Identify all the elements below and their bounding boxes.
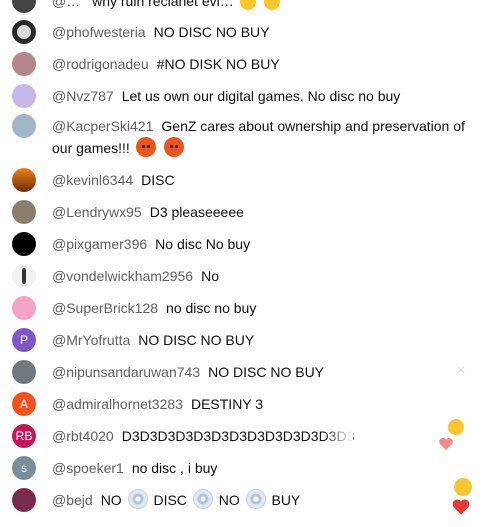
avatar-letter: s <box>21 461 27 475</box>
message-author[interactable]: @Lendrywx95 <box>52 204 142 220</box>
avatar[interactable] <box>12 0 36 13</box>
message-text: No <box>201 268 219 284</box>
message-author[interactable]: @nipunsandaruwan743 <box>52 364 200 380</box>
avatar-letter: P <box>19 333 28 347</box>
message-text: NO DISC NO BUY <box>208 364 325 380</box>
message-author[interactable]: @rodrigonadeu <box>52 56 149 72</box>
avatar[interactable] <box>12 114 36 138</box>
chat-message: @bejd NO DISC NO BUY <box>12 488 472 512</box>
chat-message: P @MrYofrutta NO DISC NO BUY <box>12 328 472 352</box>
chat-message: A @admiralhornet3283 DESTINY 3 <box>12 392 472 416</box>
message-author[interactable]: @phofwesteria <box>52 24 146 40</box>
message-text-part: DISC <box>153 492 187 508</box>
disc-emoji-icon <box>192 489 213 509</box>
message-text: no disc , i buy <box>131 460 218 476</box>
avatar-letter: RB <box>15 429 33 443</box>
message-text-part: NO <box>218 492 240 508</box>
message-author[interactable]: @admiralhornet3283 <box>52 396 183 412</box>
avatar[interactable] <box>12 360 36 384</box>
message-text: No disc No buy <box>155 236 251 252</box>
avatar[interactable] <box>12 232 36 256</box>
avatar[interactable] <box>12 488 36 512</box>
message-author[interactable]: @SuperBrick128 <box>52 300 158 316</box>
chat-message: @Lendrywx95 D3 pleaseeeee <box>12 200 472 224</box>
avatar[interactable] <box>12 296 36 320</box>
message-author[interactable]: @rbt4020 <box>52 428 114 444</box>
message-author[interactable]: @pixgamer396 <box>52 236 147 252</box>
avatar[interactable] <box>12 168 36 192</box>
chat-message: @phofwesteria NO DISC NO BUY <box>12 20 472 44</box>
chat-message: RB @rbt4020 D3D3D3D3D3D3D3D3D3D3D3D3D3 <box>12 424 472 448</box>
emoji-icon <box>263 0 280 10</box>
message-author[interactable]: @kevinl6344 <box>52 172 133 188</box>
message-author[interactable]: @… <box>52 0 80 9</box>
message-author[interactable]: @bejd <box>52 492 93 508</box>
avatar[interactable] <box>12 20 36 44</box>
smile-emoji-icon <box>454 478 472 496</box>
heart-emoji-icon <box>439 438 453 450</box>
message-author[interactable]: @MrYofrutta <box>52 332 130 348</box>
avatar[interactable] <box>12 200 36 224</box>
chat-message: @Nvz787 Let us own our digital games. No … <box>12 84 472 108</box>
avatar[interactable]: P <box>12 328 36 352</box>
message-text-part: NO <box>100 492 122 508</box>
chat-message: @nipunsandaruwan743 NO DISC NO BUY <box>12 360 472 384</box>
disc-emoji-icon <box>245 489 266 509</box>
chat-message: @pixgamer396 No disc No buy <box>12 232 472 256</box>
chat-message: @KacperSki421 GenZ cares about ownership … <box>12 114 472 159</box>
chat-message: @SuperBrick128 no disc no buy <box>12 296 472 320</box>
avatar[interactable] <box>12 264 36 288</box>
close-icon[interactable]: ✕ <box>456 363 466 377</box>
message-author[interactable]: @vondelwickham2956 <box>52 268 193 284</box>
heart-emoji-icon <box>452 499 470 515</box>
message-text: DESTINY 3 <box>190 396 264 412</box>
angry-face-emoji-icon <box>135 137 156 157</box>
message-author[interactable]: @spoeker1 <box>52 460 124 476</box>
message-text: NO DISC NO BUY <box>153 24 270 40</box>
avatar-letter: A <box>19 397 28 411</box>
live-chat: @… why ruin reclanet evi… @phofwesteria N… <box>0 0 488 527</box>
message-text: #NO DISK NO BUY <box>156 56 280 72</box>
message-text: D3 pleaseeeee <box>149 204 244 220</box>
message-text: Let us own our digital games. No disc no… <box>121 88 401 104</box>
chat-message: @vondelwickham2956 No <box>12 264 472 288</box>
disc-emoji-icon <box>127 489 148 509</box>
message-text: DISC <box>141 172 175 188</box>
message-text-continued: our games!!! <box>52 140 130 156</box>
avatar[interactable] <box>12 52 36 76</box>
message-text: no disc no buy <box>166 300 257 316</box>
message-author[interactable]: @KacperSki421 <box>52 118 153 134</box>
message-text: GenZ cares about ownership and preservat… <box>161 118 465 134</box>
message-text: why ruin reclanet evi… <box>92 0 234 9</box>
message-text: NO DISC NO BUY <box>138 332 255 348</box>
message-text-part: BUY <box>271 492 301 508</box>
chat-message: @kevinl6344 DISC <box>12 168 472 192</box>
chat-message: @rodrigonadeu #NO DISK NO BUY <box>12 52 472 76</box>
message-text: D3D3D3D3D3D3D3D3D3D3D3D3D3 <box>121 428 355 444</box>
avatar[interactable]: RB <box>12 424 36 448</box>
text-fade <box>323 424 353 444</box>
avatar[interactable] <box>12 84 36 108</box>
angry-face-emoji-icon <box>163 137 184 157</box>
avatar[interactable]: A <box>12 392 36 416</box>
emoji-icon <box>239 0 256 10</box>
chat-message: s @spoeker1 no disc , i buy <box>12 456 472 480</box>
chat-message: @… why ruin reclanet evi… <box>12 0 472 13</box>
avatar[interactable]: s <box>12 456 36 480</box>
smile-emoji-icon <box>448 419 464 435</box>
message-author[interactable]: @Nvz787 <box>52 88 114 104</box>
